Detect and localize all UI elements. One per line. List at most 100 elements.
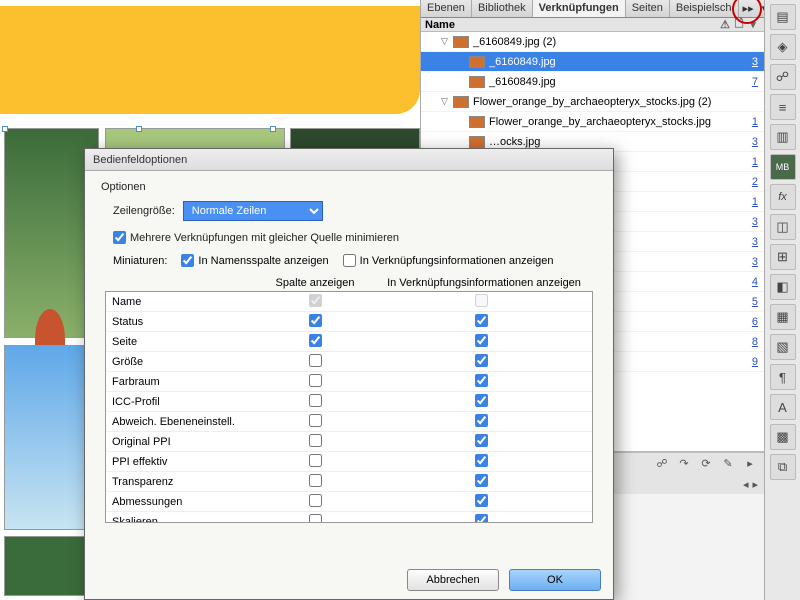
show-column-checkbox[interactable] [309, 374, 322, 387]
show-column-checkbox[interactable] [309, 334, 322, 347]
pages-icon[interactable]: ▤ [770, 4, 796, 30]
sort-icon[interactable]: ▾ [746, 18, 760, 31]
option-row: Transparenz [106, 472, 592, 492]
show-info-checkbox[interactable] [475, 294, 488, 307]
panel-menu-icon[interactable]: ▾≡ [758, 0, 764, 17]
link-page[interactable]: 3 [744, 216, 764, 228]
show-column-checkbox[interactable] [309, 294, 322, 307]
show-info-checkbox[interactable] [475, 494, 488, 507]
option-name: Name [112, 296, 260, 308]
option-name: ICC-Profil [112, 396, 260, 408]
show-info-checkbox[interactable] [475, 474, 488, 487]
next-icon[interactable]: ▸ [752, 478, 758, 491]
link-row[interactable]: ▽Flower_orange_by_archaeopteryx_stocks.j… [421, 92, 764, 112]
ok-button[interactable]: OK [509, 569, 601, 591]
link-page[interactable]: 5 [744, 296, 764, 308]
link-row[interactable]: _6160849.jpg7 [421, 72, 764, 92]
link-page[interactable]: 8 [744, 336, 764, 348]
show-info-checkbox[interactable] [475, 434, 488, 447]
selection-handle[interactable] [2, 126, 8, 132]
link-name: …ocks.jpg [489, 136, 744, 148]
goto-icon[interactable]: ↷ [676, 456, 692, 472]
selection-handle[interactable] [270, 126, 276, 132]
mb-icon[interactable]: MB [770, 154, 796, 180]
para-styles-icon[interactable]: ¶ [770, 364, 796, 390]
disclosure-icon[interactable]: ▽ [441, 36, 453, 47]
show-info-checkbox[interactable] [475, 354, 488, 367]
link-page[interactable]: 3 [744, 136, 764, 148]
link-page[interactable]: 2 [744, 176, 764, 188]
swatches-icon[interactable]: ▩ [770, 424, 796, 450]
link-page[interactable]: 1 [744, 196, 764, 208]
link-thumb [469, 116, 485, 128]
show-info-checkbox[interactable] [475, 314, 488, 327]
tab-bibliothek[interactable]: Bibliothek [472, 0, 533, 17]
show-info-checkbox[interactable] [475, 454, 488, 467]
link-page[interactable]: 4 [744, 276, 764, 288]
edit-icon[interactable]: ✎ [720, 456, 736, 472]
table-icon[interactable]: ▦ [770, 304, 796, 330]
minimize-checkbox[interactable] [113, 231, 126, 244]
tab-ebenen[interactable]: Ebenen [421, 0, 472, 17]
thumb-name-checkbox[interactable] [181, 254, 194, 267]
link-page[interactable]: 3 [744, 236, 764, 248]
link-row[interactable]: _6160849.jpg3 [421, 52, 764, 72]
show-info-checkbox[interactable] [475, 394, 488, 407]
option-row: PPI effektiv [106, 452, 592, 472]
stroke-icon[interactable]: ≡ [770, 94, 796, 120]
link-page[interactable]: 7 [744, 76, 764, 88]
show-info-checkbox[interactable] [475, 414, 488, 427]
library-icon[interactable]: ▥ [770, 124, 796, 150]
link-page[interactable]: 3 [744, 256, 764, 268]
cancel-button[interactable]: Abbrechen [407, 569, 499, 591]
option-name: Abmessungen [112, 496, 260, 508]
char-styles-icon[interactable]: A [770, 394, 796, 420]
relink-icon[interactable]: ☍ [654, 456, 670, 472]
copy-icon[interactable]: ⧉ [770, 454, 796, 480]
links-icon[interactable]: ☍ [770, 64, 796, 90]
tab-seiten[interactable]: Seiten [626, 0, 670, 17]
tab-verknuepfungen[interactable]: Verknüpfungen [533, 0, 626, 17]
align-icon[interactable]: ⊞ [770, 244, 796, 270]
update-icon[interactable]: ⟳ [698, 456, 714, 472]
link-page[interactable]: 6 [744, 316, 764, 328]
effects-icon[interactable]: fx [770, 184, 796, 210]
link-row[interactable]: Flower_orange_by_archaeopteryx_stocks.jp… [421, 112, 764, 132]
show-column-checkbox[interactable] [309, 394, 322, 407]
show-info-checkbox[interactable] [475, 514, 488, 524]
expand-icon[interactable]: ▸ [742, 456, 758, 472]
cell-styles-icon[interactable]: ▧ [770, 334, 796, 360]
tab-beispiel[interactable]: Beispielsch [670, 0, 739, 17]
show-column-checkbox[interactable] [309, 454, 322, 467]
col-name[interactable]: Name [425, 19, 718, 31]
link-page[interactable]: 1 [744, 116, 764, 128]
pathfinder-icon[interactable]: ◧ [770, 274, 796, 300]
show-column-checkbox[interactable] [309, 514, 322, 524]
show-info-checkbox[interactable] [475, 374, 488, 387]
selection-handle[interactable] [136, 126, 142, 132]
show-column-checkbox[interactable] [309, 474, 322, 487]
show-column-checkbox[interactable] [309, 354, 322, 367]
options-list[interactable]: NameStatusSeiteGrößeFarbraumICC-ProfilAb… [105, 291, 593, 523]
dialog-title[interactable]: Bedienfeldoptionen [85, 149, 613, 171]
link-page[interactable]: 3 [744, 56, 764, 68]
disclosure-icon[interactable]: ▽ [441, 96, 453, 107]
show-column-checkbox[interactable] [309, 434, 322, 447]
option-name: Farbraum [112, 376, 260, 388]
prev-icon[interactable]: ◂ [743, 478, 749, 491]
warning-icon[interactable]: ⚠ [718, 18, 732, 31]
thumb-info-checkbox[interactable] [343, 254, 356, 267]
show-column-checkbox[interactable] [309, 494, 322, 507]
option-row: Größe [106, 352, 592, 372]
show-info-checkbox[interactable] [475, 334, 488, 347]
link-page[interactable]: 9 [744, 356, 764, 368]
show-column-checkbox[interactable] [309, 414, 322, 427]
link-row[interactable]: ▽_6160849.jpg (2) [421, 32, 764, 52]
option-row: Abweich. Ebeneneinstell. [106, 412, 592, 432]
layers-icon[interactable]: ◈ [770, 34, 796, 60]
object-styles-icon[interactable]: ◫ [770, 214, 796, 240]
show-column-checkbox[interactable] [309, 314, 322, 327]
link-page[interactable]: 1 [744, 156, 764, 168]
page-col-icon[interactable]: 🗋 [732, 15, 746, 34]
row-size-select[interactable]: Normale Zeilen [183, 201, 323, 221]
